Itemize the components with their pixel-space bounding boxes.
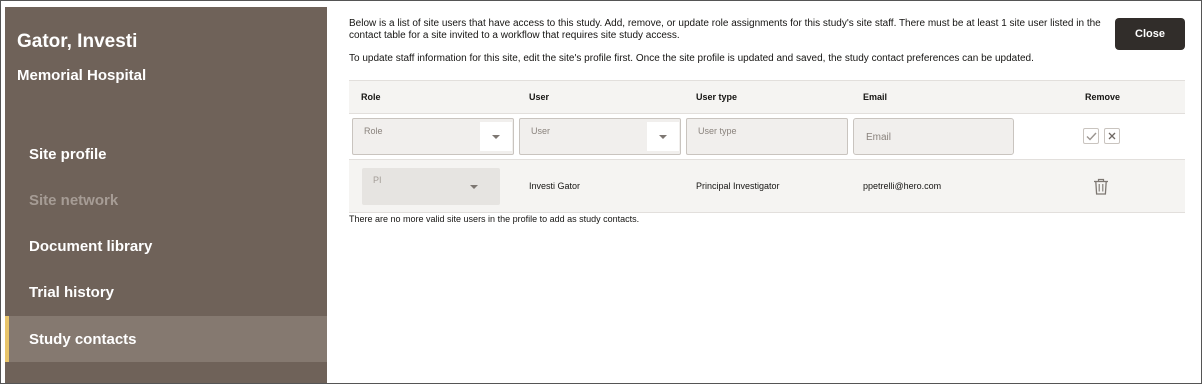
app-frame: Gator, Investi Memorial Hospital Site pr…: [0, 0, 1202, 384]
row-role-value: PI: [373, 175, 382, 185]
table-row: PI Investi Gator Principal Investigator …: [349, 160, 1185, 213]
row-user-type: Principal Investigator: [696, 181, 780, 191]
close-button[interactable]: Close: [1115, 18, 1185, 50]
sidebar-item-label: Site network: [29, 191, 119, 209]
column-header-remove: Remove: [1085, 92, 1121, 102]
user-type-field[interactable]: User type: [686, 118, 848, 155]
role-select-toggle[interactable]: [480, 122, 512, 151]
no-more-users-note: There are no more valid site users in th…: [349, 214, 640, 224]
row-user: Investi Gator: [529, 181, 581, 191]
sidebar-item-document-library[interactable]: Document library: [5, 223, 327, 269]
confirm-button[interactable]: [1083, 128, 1099, 144]
sidebar-item-label: Study contacts: [29, 330, 137, 348]
user-select-toggle[interactable]: [647, 122, 679, 151]
close-icon: [1108, 132, 1116, 140]
sidebar-item-site-network: Site network: [5, 177, 327, 223]
site-hospital: Memorial Hospital: [17, 67, 147, 84]
sidebar-item-label: Document library: [29, 237, 153, 255]
add-contact-row: Role User User type Email: [349, 114, 1185, 160]
column-header-user-type: User type: [696, 92, 738, 102]
sidebar: Gator, Investi Memorial Hospital Site pr…: [5, 7, 327, 383]
sidebar-item-study-contacts[interactable]: Study contacts: [5, 316, 327, 362]
column-header-email: Email: [863, 92, 888, 102]
user-select-placeholder: User: [531, 126, 551, 136]
description-line: Below is a list of site users that have …: [349, 18, 1101, 29]
column-header-role: Role: [361, 92, 381, 102]
caret-down-icon: [492, 134, 500, 139]
column-header-user: User: [529, 92, 550, 102]
email-placeholder: Email: [866, 132, 892, 143]
user-select[interactable]: User: [519, 118, 681, 155]
caret-down-icon: [659, 134, 667, 139]
check-icon: [1086, 132, 1097, 141]
main-content: Below is a list of site users that have …: [349, 1, 1189, 383]
sidebar-item-trial-history[interactable]: Trial history: [5, 269, 327, 315]
user-type-placeholder: User type: [698, 126, 737, 136]
email-field[interactable]: Email: [853, 118, 1014, 155]
role-select-placeholder: Role: [364, 126, 383, 136]
description-line: contact table for a site invited to a wo…: [349, 30, 680, 41]
caret-down-icon: [470, 185, 478, 189]
table-header: Role User User type Email Remove: [349, 80, 1185, 114]
row-email: ppetrelli@hero.com: [863, 181, 942, 191]
sidebar-item-label: Trial history: [29, 283, 115, 301]
role-select[interactable]: Role: [352, 118, 514, 155]
site-name: Gator, Investi: [17, 31, 138, 52]
description-update-note: To update staff information for this sit…: [349, 53, 1034, 64]
cancel-button[interactable]: [1104, 128, 1120, 144]
row-role-select: PI: [362, 168, 500, 205]
sidebar-item-site-profile[interactable]: Site profile: [5, 131, 327, 177]
sidebar-item-label: Site profile: [29, 145, 107, 163]
trash-icon[interactable]: [1093, 178, 1109, 195]
